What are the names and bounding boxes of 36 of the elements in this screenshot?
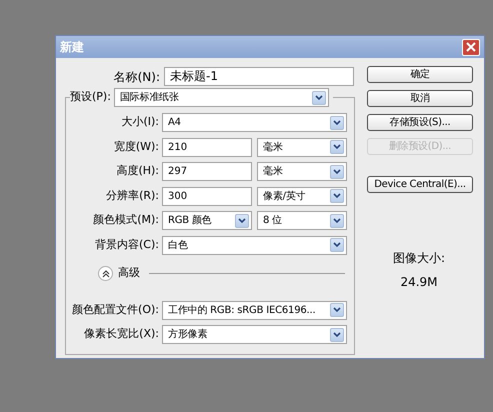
- image-size-label: 图像大小:: [392, 250, 446, 267]
- field-label: 像素长宽比(X):: [83, 326, 160, 342]
- field-label: 名称(N):: [112, 68, 161, 86]
- dropdown[interactable]: 像素/英寸: [257, 186, 347, 206]
- input-field[interactable]: 297: [162, 162, 252, 181]
- field-label: 宽度(W):: [112, 138, 160, 155]
- input-field[interactable]: 未标题-1: [164, 67, 354, 86]
- input-field[interactable]: 210: [162, 138, 252, 156]
- dropdown[interactable]: 毫米: [257, 138, 347, 156]
- field-label: 大小(I):: [120, 114, 160, 130]
- dialog-button[interactable]: 取消: [367, 90, 473, 107]
- dropdown[interactable]: 方形像素: [162, 325, 347, 344]
- close-icon: [466, 42, 476, 52]
- image-size-value: 24.9M: [399, 274, 439, 291]
- field-label: 高度(H):: [115, 163, 160, 180]
- dropdown[interactable]: 国际标准纸张: [114, 88, 329, 107]
- section-label: 高级: [118, 265, 140, 282]
- dropdown[interactable]: A4: [162, 113, 347, 132]
- dropdown[interactable]: 白色: [162, 236, 347, 254]
- dropdown[interactable]: 8 位: [257, 211, 347, 230]
- dialog-button[interactable]: Device Central(E)...: [367, 176, 473, 193]
- chevron-up-icon: [102, 270, 110, 278]
- field-label: 颜色模式(M):: [92, 212, 160, 228]
- dialog-button[interactable]: 确定: [367, 66, 473, 83]
- field-label: 预设(P):: [70, 89, 112, 106]
- dropdown[interactable]: RGB 颜色: [162, 211, 252, 230]
- collapse-toggle[interactable]: [98, 266, 113, 281]
- field-label: 背景内容(C):: [94, 236, 160, 253]
- close-button[interactable]: [462, 38, 480, 56]
- field-label: 颜色配置文件(O):: [71, 302, 160, 318]
- field-label: 分辨率(R):: [105, 188, 160, 204]
- input-field[interactable]: 300: [162, 186, 252, 206]
- dialog-button[interactable]: 存储预设(S)...: [367, 114, 473, 131]
- window-title: 新建: [60, 39, 84, 56]
- dropdown[interactable]: 毫米: [257, 162, 347, 181]
- dropdown[interactable]: 工作中的 RGB: sRGB IEC6196...: [162, 300, 347, 320]
